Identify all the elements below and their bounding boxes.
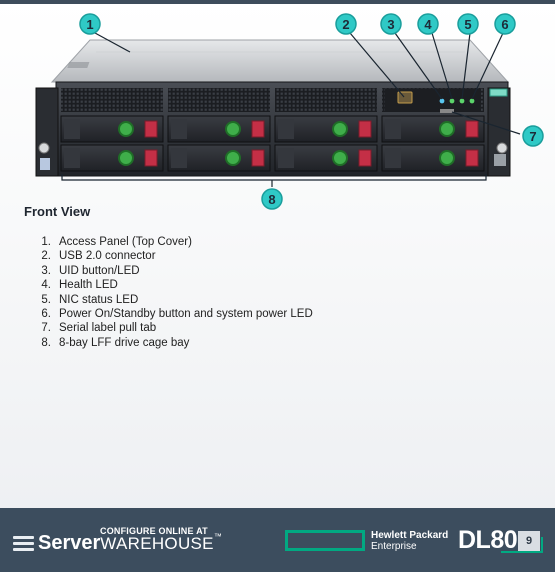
drive-bay[interactable] [274, 115, 378, 143]
legend-number: 8. [41, 336, 51, 349]
hpe-logo-icon [285, 530, 365, 551]
legend-item: 1. Access Panel (Top Cover) [24, 235, 524, 249]
health-led-icon [449, 98, 455, 104]
callout-1: 1 [79, 13, 101, 35]
callout-2: 2 [335, 13, 357, 35]
drive-bay[interactable] [274, 144, 378, 172]
legend-list: 1. Access Panel (Top Cover) 2. USB 2.0 con… [24, 235, 524, 350]
legend-text: UID button/LED [59, 264, 140, 277]
legend-text: Access Panel (Top Cover) [59, 236, 192, 248]
legend-text: Serial label pull tab [59, 322, 157, 335]
page: 1 2 3 4 5 6 7 8 Front View 1. Access Pane… [0, 0, 555, 572]
drive-bay[interactable] [60, 115, 164, 143]
legend-text: Power On/Standby button and system power… [59, 308, 313, 321]
svg-text:5: 5 [464, 17, 471, 32]
drive-bay[interactable] [381, 115, 485, 143]
server-front-diagram: 1 2 3 4 5 6 7 8 [35, 13, 544, 210]
legend-item: 2. USB 2.0 connector [24, 249, 524, 263]
hpe-line-1: Hewlett Packard [371, 530, 449, 541]
legend-title: Front View [24, 204, 91, 219]
brand-trademark: ™ [213, 532, 222, 541]
svg-text:3: 3 [387, 17, 394, 32]
callout-4: 4 [417, 13, 439, 35]
legend-text: NIC status LED [59, 293, 139, 306]
legend-text: USB 2.0 connector [59, 250, 156, 263]
svg-text:4: 4 [424, 17, 432, 32]
legend-item: 8. 8-bay LFF drive cage bay [24, 336, 524, 350]
svg-text:1: 1 [86, 17, 93, 32]
svg-text:7: 7 [529, 129, 536, 144]
legend-number: 1. [41, 236, 51, 248]
serverwarehouse-logo[interactable]: ServerWAREHOUSE™ [38, 532, 222, 555]
drive-bay[interactable] [167, 115, 271, 143]
svg-text:2: 2 [342, 17, 349, 32]
menu-icon[interactable] [13, 536, 34, 551]
drive-bay[interactable] [381, 144, 485, 172]
power-button-icon[interactable] [469, 98, 475, 104]
legend-number: 6. [41, 308, 51, 321]
legend-number: 7. [41, 322, 51, 335]
legend-number: 4. [41, 279, 51, 292]
legend-item: 3. UID button/LED [24, 264, 524, 278]
brand-warehouse: WAREHOUSE [100, 534, 214, 553]
callout-3: 3 [380, 13, 402, 35]
hpe-wordmark: Hewlett Packard Enterprise [371, 530, 448, 552]
nic-led-icon [459, 98, 465, 104]
svg-text:6: 6 [501, 17, 508, 32]
legend-item: 4. Health LED [24, 278, 524, 292]
callout-7: 7 [522, 125, 544, 147]
generation-badge: 9 [518, 531, 540, 551]
usb-port-icon[interactable] [397, 91, 413, 104]
legend-item: 5. NIC status LED [24, 293, 524, 307]
callout-5: 5 [457, 13, 479, 35]
legend-item: 6. Power On/Standby button and system pow… [24, 307, 524, 321]
drive-bay[interactable] [167, 144, 271, 172]
legend-number: 5. [41, 293, 51, 306]
legend-item: 7. Serial label pull tab [24, 321, 524, 335]
legend-number: 2. [41, 250, 51, 263]
callout-6: 6 [494, 13, 516, 35]
uid-led-icon[interactable] [439, 98, 445, 104]
legend-text: 8-bay LFF drive cage bay [59, 336, 190, 349]
drive-bay[interactable] [60, 144, 164, 172]
hpe-line-2: Enterprise [371, 541, 417, 552]
legend-text: Health LED [59, 279, 118, 292]
legend: Front View 1. Access Panel (Top Cover) 2.… [24, 204, 524, 350]
brand-server: Server [38, 532, 101, 554]
legend-number: 3. [41, 264, 51, 277]
